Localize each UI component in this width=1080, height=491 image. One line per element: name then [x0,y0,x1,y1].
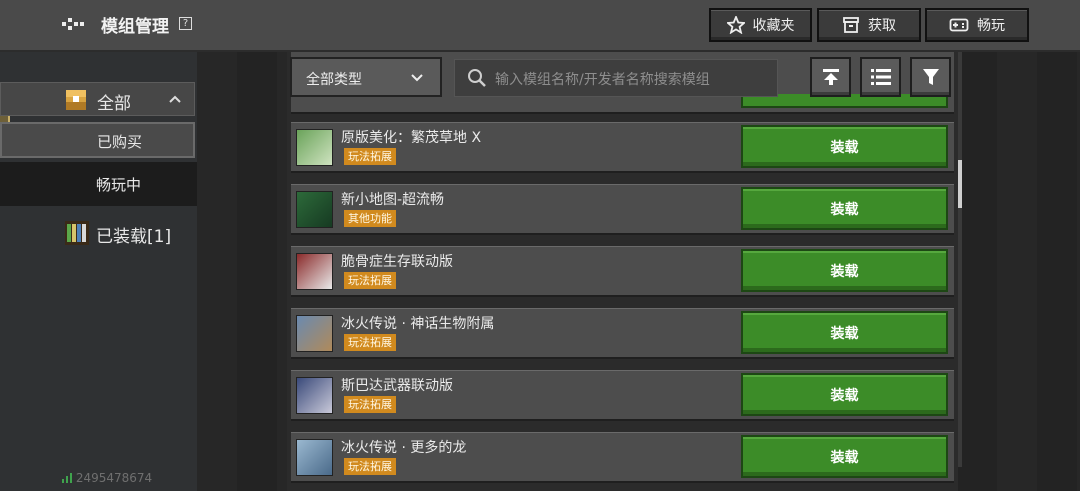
list-item[interactable]: 斯巴达武器联动版 玩法拓展 装载 [291,370,954,421]
signal-icon [62,473,72,483]
mod-thumbnail [296,191,333,228]
list-item[interactable]: 冰火传说 · 神话生物附属 玩法拓展 装载 [291,308,954,359]
mod-thumbnail [296,129,333,166]
scrollbar-thumb[interactable] [958,160,962,208]
type-dropdown[interactable]: 全部类型 [290,57,442,97]
star-icon [726,16,745,34]
play-button[interactable]: 畅玩 [925,8,1029,42]
list-view-button[interactable] [860,57,901,97]
chevron-down-icon [411,74,423,82]
scroll-to-top-button[interactable] [810,57,851,97]
equip-button[interactable]: 装载 [741,373,948,416]
equip-button[interactable]: 装载 [741,125,948,168]
chest-icon [66,90,86,110]
sidebar-item-equipped[interactable]: 已装载[1] [0,218,195,250]
gamepad-icon [949,18,969,32]
search-input[interactable]: 输入模组名称/开发者名称搜索模组 [454,59,778,97]
scrollbar-track [958,52,962,467]
mod-tag: 玩法拓展 [344,272,396,289]
get-button[interactable]: 获取 [817,8,921,42]
list-item[interactable]: 原版美化：繁茂草地 X 玩法拓展 装载 [291,122,954,173]
get-label: 获取 [868,18,896,34]
sidebar-item-all[interactable]: 全部 [0,82,195,116]
search-icon [468,69,486,87]
favorites-button[interactable]: 收藏夹 [709,8,812,42]
type-dropdown-value: 全部类型 [306,72,362,88]
list-icon [870,69,891,85]
mod-tag: 玩法拓展 [344,458,396,475]
equip-button[interactable]: 装载 [741,311,948,354]
page-title: 模组管理 [101,17,169,37]
mod-thumbnail [296,315,333,352]
mod-tag: 其他功能 [344,210,396,227]
mod-thumbnail [296,253,333,290]
list-item[interactable]: 脆骨症生存联动版 玩法拓展 装载 [291,246,954,297]
help-icon[interactable]: ? [179,17,192,30]
account-id-text: 2495478674 [75,471,153,485]
equip-button[interactable]: 装载 [741,249,948,292]
top-bar: 模组管理 ? 收藏夹 获取 畅玩 [0,0,1080,52]
list-item[interactable]: 新小地图-超流畅 其他功能 装载 [291,184,954,235]
sidebar-item-purchased[interactable]: 已购买 [0,122,195,158]
mod-name: 原版美化：繁茂草地 X [341,130,482,146]
sidebar-playing-label: 畅玩中 [96,176,142,194]
mod-tag: 玩法拓展 [344,334,396,351]
sidebar-purchased-label: 已购买 [97,133,143,151]
mod-thumbnail [296,439,333,476]
sidebar-equipped-label: 已装载[1] [96,227,172,247]
sidebar: 全部 已购买 畅玩中 已装载[1] [0,52,197,491]
arrow-to-top-icon [822,69,839,85]
mod-tag: 玩法拓展 [344,148,396,165]
store-icon [843,17,859,33]
mod-thumbnail [296,377,333,414]
sidebar-all-label: 全部 [97,94,131,114]
equip-button[interactable]: 装载 [741,435,948,478]
mod-tag: 玩法拓展 [344,396,396,413]
sidebar-item-playing[interactable]: 畅玩中 [0,162,197,206]
search-placeholder: 输入模组名称/开发者名称搜索模组 [495,72,710,88]
bookshelf-icon [65,221,89,245]
play-label: 畅玩 [977,18,1005,34]
account-id: 2495478674 [62,471,152,485]
mod-name: 斯巴达武器联动版 [341,378,453,394]
filter-button[interactable] [910,57,951,97]
back-icon[interactable] [60,12,86,36]
favorites-label: 收藏夹 [752,18,795,34]
mod-name: 脆骨症生存联动版 [341,254,453,270]
equip-button[interactable]: 装载 [741,187,948,230]
mod-name: 冰火传说 · 更多的龙 [341,440,467,456]
filter-icon [922,69,939,85]
list-item[interactable]: 冰火传说 · 更多的龙 玩法拓展 装载 [291,432,954,483]
mod-name: 冰火传说 · 神话生物附属 [341,316,495,332]
chevron-up-icon[interactable] [168,94,182,104]
mod-name: 新小地图-超流畅 [341,192,445,208]
